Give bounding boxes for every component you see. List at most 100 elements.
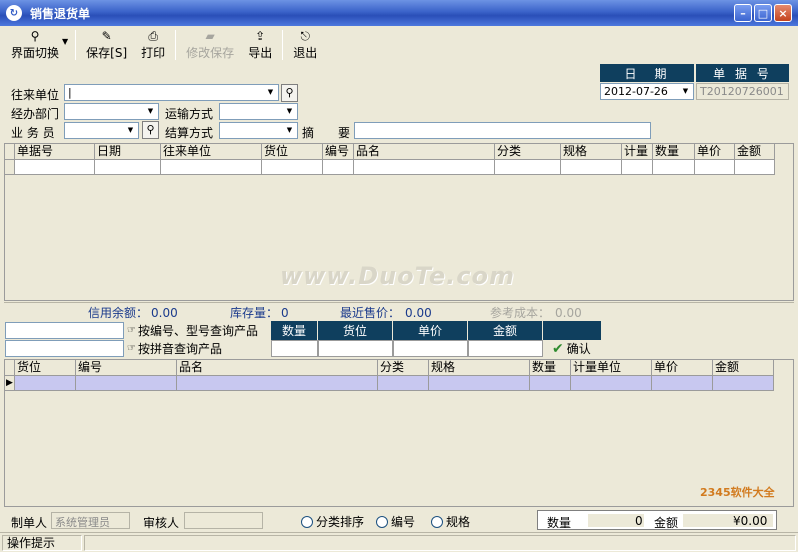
chevron-down-icon: ▼ — [267, 88, 274, 96]
query-by-code-button[interactable]: ☞ 按编号、型号查询产品 — [127, 322, 258, 339]
close-button[interactable]: × — [774, 4, 792, 22]
table-cell[interactable] — [695, 160, 735, 175]
column-header[interactable]: 单据号 — [15, 144, 95, 160]
table-cell[interactable] — [495, 160, 561, 175]
column-header[interactable]: 数量 — [653, 144, 695, 160]
salesman-combo[interactable]: ▼ — [64, 122, 139, 139]
confirm-button[interactable]: ✔ 确认 — [552, 340, 591, 357]
printer-icon: ⎙ — [148, 29, 158, 43]
column-header[interactable]: 单价 — [652, 360, 713, 376]
maximize-button[interactable]: □ — [754, 4, 772, 22]
table-cell[interactable] — [354, 160, 495, 175]
column-header[interactable]: 金额 — [735, 144, 775, 160]
column-header[interactable]: 编号 — [76, 360, 177, 376]
table-cell[interactable] — [262, 160, 323, 175]
settlement-label: 结算方式 — [165, 126, 214, 140]
column-header[interactable]: 分类 — [378, 360, 429, 376]
dropdown-arrow-icon[interactable]: ▼ — [62, 37, 68, 46]
column-header[interactable]: 品名 — [177, 360, 378, 376]
table-cell[interactable] — [177, 376, 378, 391]
title-bar: ↻ 销售退货单 – □ × — [0, 0, 798, 26]
folder-icon: ▰ — [205, 29, 215, 43]
chevron-down-icon: ▼ — [682, 87, 689, 95]
column-header[interactable]: 规格 — [429, 360, 530, 376]
table-row[interactable]: ▶ — [5, 376, 774, 391]
reviewer-label: 审核人 — [143, 516, 180, 530]
print-button[interactable]: ⎙ 打印 — [134, 28, 172, 62]
table-cell[interactable] — [95, 160, 161, 175]
table-cell[interactable] — [622, 160, 653, 175]
query-by-pinyin-button[interactable]: ☞ 按拼音查询产品 — [127, 340, 222, 357]
query-location-header: 货位 — [318, 321, 393, 340]
total-amount-label: 金额 — [654, 516, 679, 530]
minimize-button[interactable]: – — [734, 4, 752, 22]
site-logo: 2345软件大全 — [700, 486, 775, 499]
chevron-down-icon: ▼ — [286, 126, 293, 134]
sort-category-radio[interactable]: 分类排序 — [301, 513, 364, 530]
partner-combo[interactable]: | ▼ — [64, 84, 279, 101]
column-header[interactable]: 分类 — [495, 144, 561, 160]
settlement-combo[interactable]: ▼ — [219, 122, 298, 139]
table-cell[interactable] — [15, 160, 95, 175]
table-cell[interactable] — [76, 376, 177, 391]
creator-label: 制单人 — [11, 516, 48, 530]
code-query-input[interactable] — [5, 322, 124, 339]
toolbar-separator — [175, 30, 177, 60]
column-header[interactable]: 单价 — [695, 144, 735, 160]
transport-label: 运输方式 — [165, 107, 214, 121]
row-indicator-header — [5, 360, 15, 376]
summary-field[interactable] — [354, 122, 651, 139]
query-location-input[interactable] — [318, 340, 393, 357]
exit-button[interactable]: ⎋ 退出 — [286, 28, 324, 62]
column-header[interactable]: 规格 — [561, 144, 622, 160]
column-header[interactable]: 计量单位 — [571, 360, 652, 376]
table-cell[interactable] — [378, 376, 429, 391]
pinyin-query-input[interactable] — [5, 340, 124, 357]
export-button[interactable]: ⇪ 导出 — [241, 28, 279, 62]
column-header[interactable]: 编号 — [323, 144, 354, 160]
sort-code-radio[interactable]: 编号 — [376, 513, 415, 530]
salesman-search-button[interactable]: ⚲ — [142, 121, 159, 139]
table-cell[interactable] — [561, 160, 622, 175]
save-button[interactable]: ✎ 保存[S] — [79, 28, 134, 62]
table-row[interactable] — [5, 160, 775, 175]
table-cell[interactable] — [161, 160, 262, 175]
column-header[interactable]: 货位 — [15, 360, 76, 376]
toolbar-separator — [75, 30, 77, 60]
table-cell[interactable] — [15, 376, 76, 391]
query-price-input[interactable] — [393, 340, 468, 357]
modify-save-button[interactable]: ▰ 修改保存 — [179, 28, 241, 62]
table-cell[interactable] — [735, 160, 775, 175]
watermark-text: www.DuoTe.com — [280, 262, 515, 290]
sort-spec-radio[interactable]: 规格 — [431, 513, 470, 530]
query-amount-input[interactable] — [468, 340, 543, 357]
transport-combo[interactable]: ▼ — [219, 103, 298, 120]
table-cell[interactable] — [429, 376, 530, 391]
pointing-hand-icon: ☞ — [127, 343, 136, 354]
table-cell[interactable] — [653, 160, 695, 175]
table-cell[interactable] — [323, 160, 354, 175]
column-header[interactable]: 货位 — [262, 144, 323, 160]
column-header[interactable]: 日期 — [95, 144, 161, 160]
detail-grid[interactable]: 货位 编号 品名 分类 规格 数量 计量单位 单价 金额 ▶ — [4, 359, 794, 507]
column-header[interactable]: 往来单位 — [161, 144, 262, 160]
export-icon: ⇪ — [255, 29, 266, 43]
partner-search-button[interactable]: ⚲ — [281, 84, 298, 102]
status-message — [84, 534, 796, 551]
credit-balance: 信用余额： 0.00 — [88, 306, 178, 320]
current-row-arrow-icon: ▶ — [5, 376, 15, 391]
switch-view-button[interactable]: ⚲ 界面切换 — [4, 28, 66, 62]
table-cell[interactable] — [652, 376, 713, 391]
docno-header: 单 据 号 — [696, 64, 789, 82]
column-header[interactable]: 金额 — [713, 360, 774, 376]
table-cell[interactable] — [713, 376, 774, 391]
column-header[interactable]: 计量 — [622, 144, 653, 160]
table-cell[interactable] — [571, 376, 652, 391]
table-cell[interactable] — [530, 376, 571, 391]
column-header[interactable]: 品名 — [354, 144, 495, 160]
date-picker[interactable]: 2012-07-26 ▼ — [600, 83, 694, 100]
magnifier-icon: ⚲ — [146, 123, 155, 136]
column-header[interactable]: 数量 — [530, 360, 571, 376]
department-combo[interactable]: ▼ — [64, 103, 159, 120]
query-qty-input[interactable] — [271, 340, 318, 357]
